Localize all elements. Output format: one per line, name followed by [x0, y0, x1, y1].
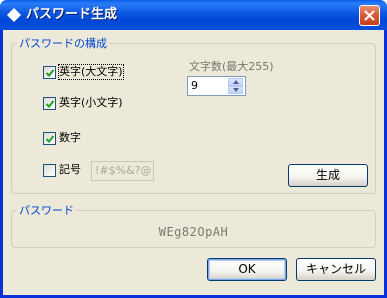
arrow-up-icon [233, 80, 239, 84]
dialog-window: パスワード生成 パスワードの構成 英字(大文字) 英字(小文字) 数字 記号 !… [0, 0, 387, 298]
length-label: 文字数(最大255) [189, 60, 274, 73]
composition-legend: パスワードの構成 [17, 37, 109, 50]
numbers-checkbox[interactable] [43, 132, 56, 145]
ok-button[interactable]: OK [207, 258, 287, 281]
password-output: WEg82OpAH [158, 225, 229, 239]
uppercase-checkbox[interactable] [43, 66, 56, 79]
checkmark-icon [45, 135, 55, 143]
password-group: パスワード WEg82OpAH [11, 204, 376, 248]
dialog-client-area: パスワードの構成 英字(大文字) 英字(小文字) 数字 記号 !#$%&?@ 文… [3, 30, 384, 295]
symbols-checkbox[interactable] [43, 164, 56, 177]
title-bar[interactable]: パスワード生成 [0, 0, 387, 30]
symbols-label[interactable]: 記号 [59, 163, 81, 177]
cancel-button[interactable]: キャンセル [296, 258, 376, 281]
length-value: 9 [191, 79, 198, 92]
length-spin-up[interactable] [228, 78, 243, 86]
password-legend: パスワード [17, 204, 76, 217]
symbols-field[interactable]: !#$%&?@ [91, 161, 154, 181]
lowercase-checkbox[interactable] [43, 97, 56, 110]
window-title: パスワード生成 [26, 7, 118, 22]
close-icon [364, 10, 375, 21]
lowercase-label[interactable]: 英字(小文字) [59, 96, 123, 110]
uppercase-label[interactable]: 英字(大文字) [58, 64, 124, 80]
close-button[interactable] [359, 5, 380, 26]
checkmark-icon [45, 69, 55, 77]
numbers-label[interactable]: 数字 [59, 131, 81, 145]
generate-button[interactable]: 生成 [288, 164, 368, 187]
length-spin-down[interactable] [228, 86, 243, 94]
checkmark-icon [45, 100, 55, 108]
diamond-icon [7, 8, 21, 22]
arrow-down-icon [233, 88, 239, 92]
